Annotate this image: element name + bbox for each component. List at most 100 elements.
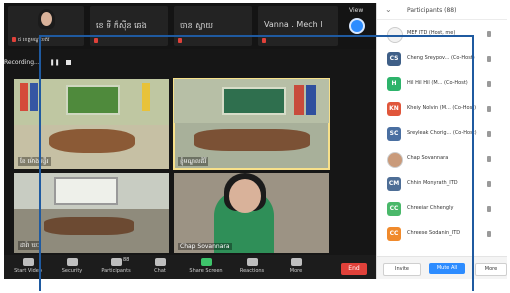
- participant-avatar: SC: [387, 127, 401, 141]
- video-camera-icon: [22, 258, 34, 266]
- meeting-table: [49, 129, 135, 153]
- participant-name: Kheiy Nolvin (M... (Co-Host): [407, 105, 477, 111]
- meeting-window: ជ ខេត្តមណ្ឌលគិរី ខេ ទី ក៏ស៊ីន ឆេង ចាន ស្…: [4, 3, 376, 279]
- end-meeting-button[interactable]: End: [341, 263, 367, 275]
- mic-icon: [487, 56, 491, 62]
- participants-panel: ⌄ Participants (88) MEF ITD (Host, me) CS…: [376, 3, 507, 279]
- mic-muted-icon: [262, 38, 266, 43]
- chat-button[interactable]: Chat: [140, 257, 180, 279]
- participants-header: ⌄ Participants (88): [377, 3, 507, 20]
- recording-indicator: Recording... ❚❚: [4, 59, 94, 73]
- participant-strip: ជ ខេត្តមណ្ឌលគិរី ខេ ទី ក៏ស៊ីន ឆេង ចាន ស្…: [4, 3, 376, 49]
- participant-avatar: CM: [387, 177, 401, 191]
- participant-name: Chhin Monyrath_ITD: [407, 180, 458, 186]
- participant-name: Sreyleak Chorig... (Co-Host): [407, 130, 477, 136]
- participant-name: ដារ៉ា ឃៈ: [18, 241, 41, 250]
- flag: [30, 83, 38, 111]
- video-tile[interactable]: ខែ ម៉ោងមន្ទីរ: [14, 79, 169, 169]
- mic-muted-icon: [12, 37, 16, 42]
- participants-button[interactable]: Participants 88: [96, 257, 136, 279]
- stop-recording-icon[interactable]: [65, 60, 71, 65]
- participant-tile[interactable]: ខេ ទី ក៏ស៊ីន ឆេង: [90, 6, 168, 46]
- participant-name: ខេ ទី ក៏ស៊ីន ឆេង: [96, 21, 147, 30]
- chat-icon: [154, 258, 166, 266]
- flag: [142, 83, 150, 111]
- participant-tile[interactable]: Vanna . Mech l: [258, 6, 338, 46]
- wall-screen: [66, 85, 120, 115]
- participant-row[interactable]: MEF ITD (Host, me): [377, 25, 507, 43]
- participant-name: ខ្ញុំមណ្ឌលគិរី: [178, 157, 209, 166]
- mic-icon: [487, 231, 491, 237]
- participant-photo: [387, 152, 403, 168]
- mic-muted-icon: [178, 38, 182, 43]
- meeting-table: [44, 217, 134, 235]
- meeting-toolbar: Start Video Security Participants 88 Cha…: [4, 255, 376, 279]
- mic-icon: [487, 156, 491, 162]
- flag: [306, 85, 316, 115]
- participant-name: ជ ខេត្តមណ្ឌលគិរី: [18, 37, 50, 43]
- participant-row[interactable]: CS Cheng Sreypov... (Co-Host): [377, 50, 507, 68]
- participant-row[interactable]: Chap Sovannara: [377, 150, 507, 168]
- mute-all-button[interactable]: Mute All: [429, 263, 465, 274]
- participant-name: ខែ ម៉ោងមន្ទីរ: [18, 157, 51, 166]
- pointer-line-top: [39, 35, 474, 37]
- participant-name: Chreese Sodanin_ITD: [407, 230, 461, 236]
- mic-muted-icon: [94, 38, 98, 43]
- more-options-button[interactable]: More: [475, 263, 507, 276]
- participants-icon: [110, 258, 122, 266]
- more-icon: [290, 258, 302, 266]
- video-tile[interactable]: Chap Sovannara: [174, 173, 329, 253]
- meeting-table: [194, 129, 310, 151]
- mic-icon: [487, 181, 491, 187]
- reactions-icon: [246, 258, 258, 266]
- participants-footer: Invite Mute All More: [377, 256, 507, 279]
- participant-row[interactable]: SC Sreyleak Chorig... (Co-Host): [377, 125, 507, 143]
- participant-name: ចាន ស្វាយ: [180, 21, 214, 30]
- participants-title: Participants (88): [407, 7, 457, 14]
- participant-name: Cheng Sreypov... (Co-Host): [407, 55, 475, 61]
- participant-tile[interactable]: ជ ខេត្តមណ្ឌលគិរី: [8, 6, 84, 46]
- mic-icon: [487, 106, 491, 112]
- participant-row[interactable]: CC Chreeiar Chhengly: [377, 200, 507, 218]
- share-screen-button[interactable]: Share Screen: [186, 257, 226, 279]
- view-label: View: [349, 7, 364, 14]
- view-icon: [349, 18, 365, 34]
- reactions-button[interactable]: Reactions: [232, 257, 272, 279]
- participant-row[interactable]: KN Kheiy Nolvin (M... (Co-Host): [377, 100, 507, 118]
- video-tile-active-speaker[interactable]: ខ្ញុំមណ្ឌលគិរី: [173, 78, 330, 170]
- participant-name: Hil Hil Hil (M... (Co-Host): [407, 80, 468, 86]
- mic-icon: [487, 131, 491, 137]
- participant-name: Chap Sovannara: [407, 155, 449, 161]
- participant-name: Chap Sovannara: [178, 243, 232, 250]
- start-video-button[interactable]: Start Video: [8, 257, 48, 279]
- participant-row[interactable]: H Hil Hil Hil (M... (Co-Host): [377, 75, 507, 93]
- pointer-line-left: [39, 36, 41, 291]
- mic-icon: [487, 31, 491, 37]
- speaker-face: [229, 179, 261, 213]
- wall-screen: [222, 87, 286, 115]
- video-tile[interactable]: ដារ៉ា ឃៈ: [14, 173, 169, 253]
- mic-icon: [487, 81, 491, 87]
- participant-row[interactable]: CC Chreese Sodanin_ITD: [377, 225, 507, 243]
- chevron-down-icon[interactable]: ⌄: [385, 5, 392, 14]
- participant-avatar: CC: [387, 227, 401, 241]
- invite-button[interactable]: Invite: [383, 263, 421, 276]
- participant-avatar: KN: [387, 102, 401, 116]
- recording-label: Recording...: [4, 59, 40, 66]
- participants-count-badge: 88: [123, 257, 130, 263]
- pause-recording-icon[interactable]: ❚❚: [50, 59, 60, 66]
- shield-icon: [66, 258, 78, 266]
- security-button[interactable]: Security: [52, 257, 92, 279]
- more-button[interactable]: More: [276, 257, 316, 279]
- participant-row[interactable]: CM Chhin Monyrath_ITD: [377, 175, 507, 193]
- pointer-line-right: [472, 35, 474, 291]
- participant-name: Chreeiar Chhengly: [407, 205, 454, 211]
- participant-avatar: H: [387, 77, 401, 91]
- share-screen-icon: [200, 258, 212, 266]
- mic-icon: [487, 206, 491, 212]
- participant-avatar: CS: [387, 52, 401, 66]
- participant-tile[interactable]: ចាន ស្វាយ: [174, 6, 252, 46]
- flag: [294, 85, 304, 115]
- participant-avatar: CC: [387, 202, 401, 216]
- wall-screen: [54, 177, 118, 205]
